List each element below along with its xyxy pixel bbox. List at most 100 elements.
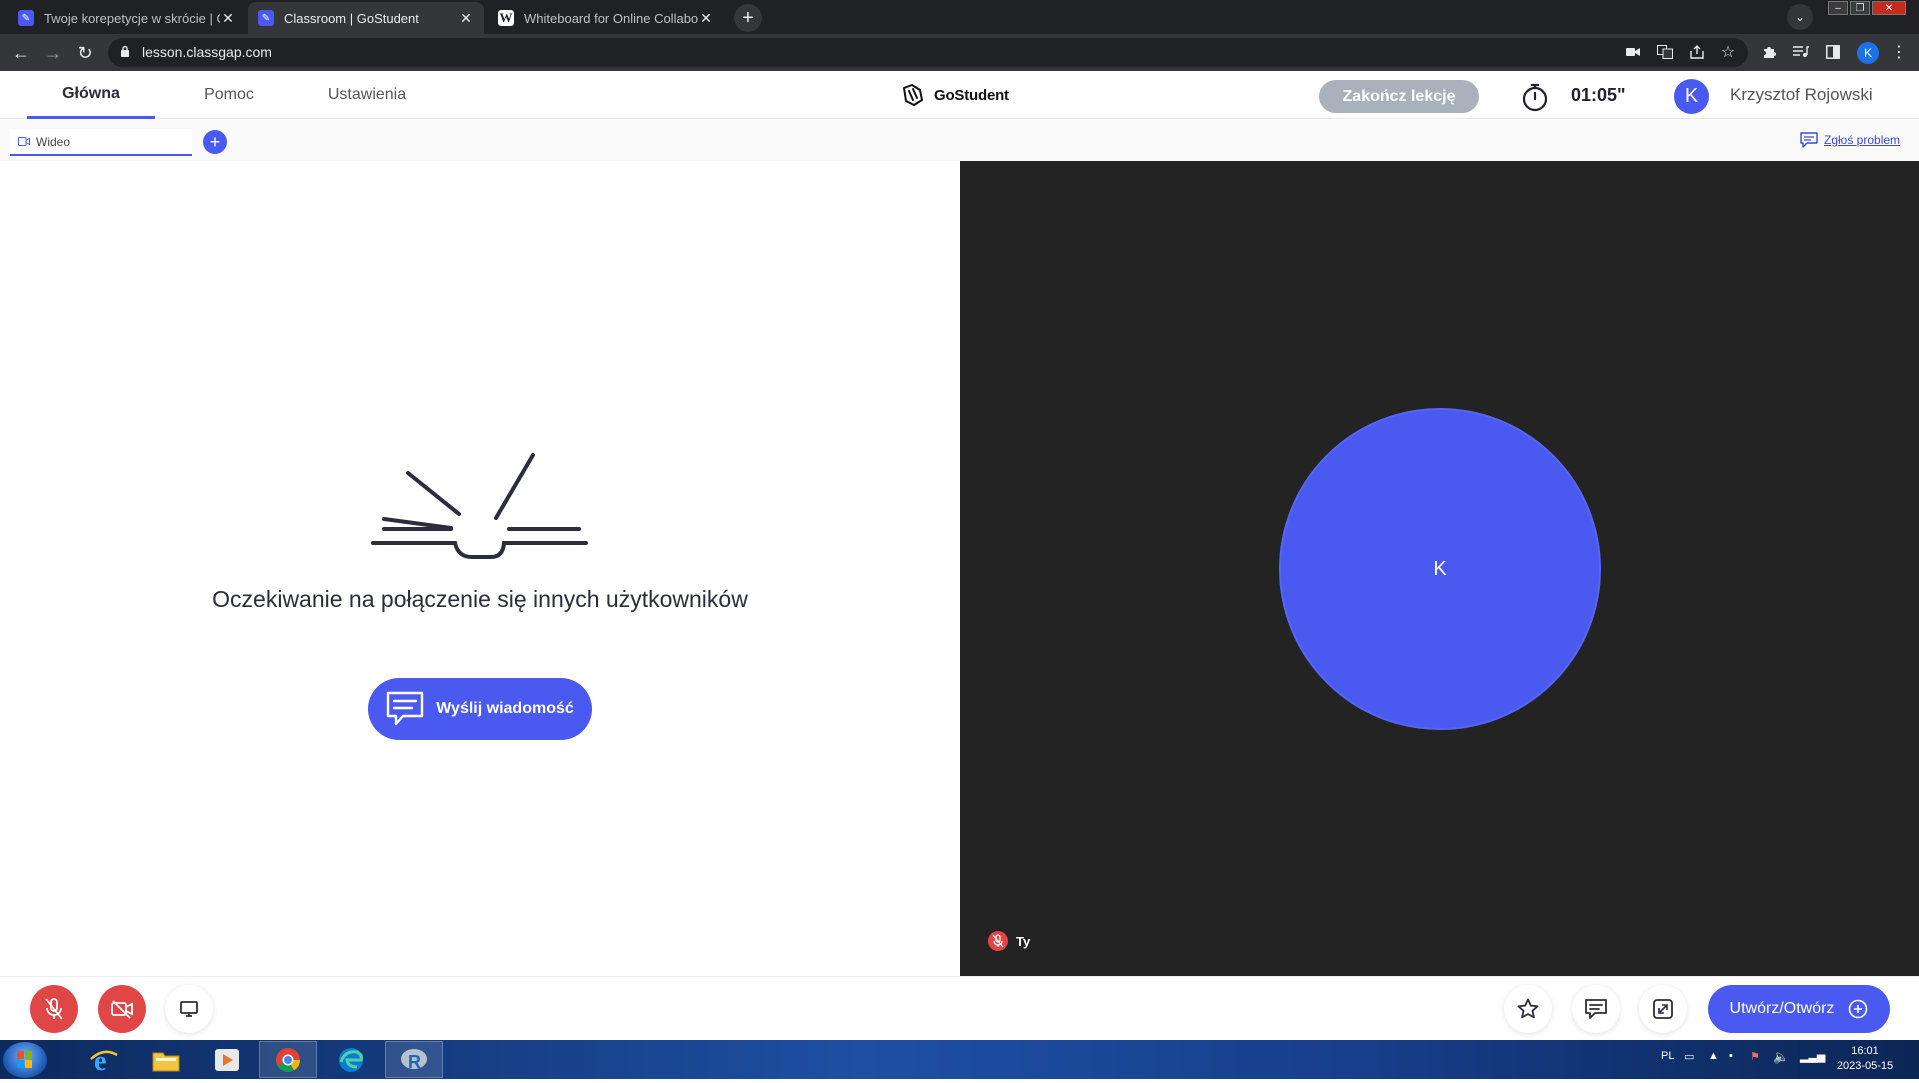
call-control-bar: Utwórz/Otwórz — [0, 976, 1919, 1040]
language-indicator[interactable]: PL — [1661, 1050, 1674, 1062]
r-app-icon[interactable]: R — [385, 1041, 443, 1078]
media-control-icon[interactable] — [1792, 43, 1810, 61]
browser-tabstrip: ✎ Twoje korepetycje w skrócie | Go ✕ ✎ C… — [0, 0, 1919, 34]
address-bar[interactable]: lesson.classgap.com — [108, 38, 1748, 67]
windows-start-button[interactable] — [3, 1042, 47, 1078]
tab-wideo[interactable]: Wideo — [10, 129, 192, 156]
tab-title: Classroom | GoStudent — [284, 10, 419, 26]
window-controls: – ❐ ✕ — [1826, 0, 1906, 16]
chat-icon — [1585, 999, 1607, 1019]
add-workspace-button[interactable]: + — [203, 130, 227, 154]
file-explorer-icon[interactable] — [137, 1041, 195, 1078]
send-message-button[interactable]: Wyślij wiadomość — [368, 678, 592, 740]
keyboard-icon[interactable]: ▭ — [1684, 1050, 1694, 1063]
chrome-icon[interactable] — [259, 1041, 317, 1078]
workspace-tabs-bar: Wideo + Zgłoś problem — [0, 120, 1919, 161]
tab-pomoc[interactable]: Pomoc — [168, 71, 290, 119]
forward-icon[interactable]: → — [40, 40, 66, 66]
self-video-label: Ty — [988, 931, 1030, 951]
more-menu-icon[interactable]: ⋮ — [1890, 43, 1908, 61]
translate-icon[interactable] — [1656, 43, 1674, 61]
extensions-icon[interactable] — [1760, 43, 1778, 61]
tab-ustawienia[interactable]: Ustawienia — [307, 71, 427, 119]
whiteboard-w-icon: W — [498, 10, 514, 26]
camera-off-icon — [111, 1000, 133, 1019]
close-icon[interactable]: ✕ — [458, 10, 474, 27]
browser-profile-avatar[interactable]: K — [1857, 42, 1879, 64]
create-open-label: Utwórz/Otwórz — [1729, 1000, 1835, 1017]
tab-search-button[interactable]: ⌄ — [1787, 4, 1813, 30]
user-name[interactable]: Krzysztof Rojowski — [1730, 85, 1873, 105]
chat-button[interactable] — [1572, 985, 1620, 1033]
reload-icon[interactable]: ↻ — [72, 40, 98, 66]
system-clock[interactable]: 16:01 2023-05-15 — [1830, 1044, 1900, 1074]
expand-icon — [1653, 999, 1673, 1019]
plus-circle-icon — [1849, 999, 1868, 1019]
minimize-icon[interactable]: – — [1828, 1, 1848, 15]
share-icon[interactable] — [1688, 43, 1706, 61]
os-taskbar: e R PL ▭ ▲ ▪ ⚑ 🔈 ▂▃▅ 16:01 2023-05-15 — [0, 1040, 1919, 1079]
gostudent-icon: ✎ — [18, 10, 34, 26]
clock-date: 2023-05-15 — [1836, 1060, 1894, 1072]
camera-icon[interactable] — [1624, 43, 1642, 61]
waiting-panel: Oczekiwanie na połączenie się innych uży… — [0, 161, 960, 976]
stopwatch-icon — [1522, 83, 1548, 112]
send-message-label: Wyślij wiadomość — [436, 700, 574, 717]
new-tab-button[interactable]: + — [734, 4, 762, 32]
end-lesson-button[interactable]: Zakończ lekcję — [1319, 80, 1479, 113]
participant-avatar: K — [1279, 408, 1601, 730]
restore-icon[interactable]: ❐ — [1850, 1, 1870, 15]
mic-off-icon — [45, 998, 63, 1020]
brand-name: GoStudent — [934, 86, 1009, 104]
fullscreen-button[interactable] — [1639, 985, 1687, 1033]
toggle-camera-button[interactable] — [98, 985, 146, 1033]
app-header: Główna Pomoc Ustawienia GoStudent Zakońc… — [0, 71, 1919, 119]
side-panel-icon[interactable] — [1824, 43, 1842, 61]
create-open-button[interactable]: Utwórz/Otwórz — [1708, 985, 1890, 1033]
gostudent-icon: ✎ — [258, 10, 274, 26]
close-icon[interactable]: ✕ — [698, 10, 714, 27]
browser-tab-korepetycje[interactable]: ✎ Twoje korepetycje w skrócie | Go ✕ — [8, 2, 246, 34]
user-avatar[interactable]: K — [1674, 79, 1709, 114]
monitor-icon — [180, 1001, 198, 1017]
svg-text:e: e — [94, 1046, 106, 1075]
video-panel: K Ty — [960, 161, 1919, 976]
back-icon[interactable]: ← — [8, 40, 34, 66]
clock-time: 16:01 — [1851, 1045, 1879, 1057]
network-icon[interactable]: ▪ — [1729, 1050, 1733, 1062]
window-close-icon[interactable]: ✕ — [1872, 1, 1906, 15]
brand-logo: GoStudent — [900, 82, 1009, 108]
lock-icon — [121, 45, 129, 57]
video-camera-icon — [18, 137, 30, 146]
self-label-text: Ty — [1016, 933, 1031, 949]
tab-title: Twoje korepetycje w skrócie | Go — [44, 10, 220, 26]
internet-explorer-icon[interactable]: e — [75, 1041, 133, 1078]
volume-icon[interactable]: 🔈 — [1773, 1049, 1789, 1065]
chat-bubble-icon — [1800, 132, 1818, 148]
svg-text:R: R — [408, 1052, 421, 1072]
browser-toolbar: ← → ↻ lesson.classgap.com ☆ K ⋮ — [0, 34, 1919, 71]
tab-title: Whiteboard for Online Collabora — [524, 10, 698, 26]
message-icon — [387, 691, 424, 726]
close-icon[interactable]: ✕ — [220, 10, 236, 27]
report-problem-link[interactable]: Zgłoś problem — [1800, 132, 1900, 148]
media-player-icon[interactable] — [198, 1041, 256, 1078]
tab-glowna[interactable]: Główna — [27, 71, 155, 119]
edge-icon[interactable] — [322, 1041, 380, 1078]
action-center-icon[interactable]: ⚑ — [1750, 1050, 1760, 1063]
waiting-message: Oczekiwanie na połączenie się innych uży… — [212, 586, 748, 612]
mic-muted-icon — [988, 931, 1008, 951]
browser-tab-whiteboard[interactable]: W Whiteboard for Online Collabora ✕ — [488, 2, 724, 34]
tab-wideo-label: Wideo — [36, 134, 71, 149]
browser-tab-classroom[interactable]: ✎ Classroom | GoStudent ✕ — [248, 2, 484, 34]
star-icon — [1517, 998, 1539, 1019]
screen-share-button[interactable] — [165, 985, 213, 1033]
toggle-microphone-button[interactable] — [30, 985, 78, 1033]
favorite-button[interactable] — [1504, 985, 1552, 1033]
bookmark-star-icon[interactable]: ☆ — [1719, 43, 1737, 61]
url-text: lesson.classgap.com — [142, 44, 272, 60]
show-hidden-icons[interactable]: ▲ — [1708, 1050, 1719, 1062]
signal-icon[interactable]: ▂▃▅ — [1800, 1050, 1825, 1063]
report-problem-label: Zgłoś problem — [1824, 133, 1901, 147]
open-book-illustration — [371, 453, 588, 559]
